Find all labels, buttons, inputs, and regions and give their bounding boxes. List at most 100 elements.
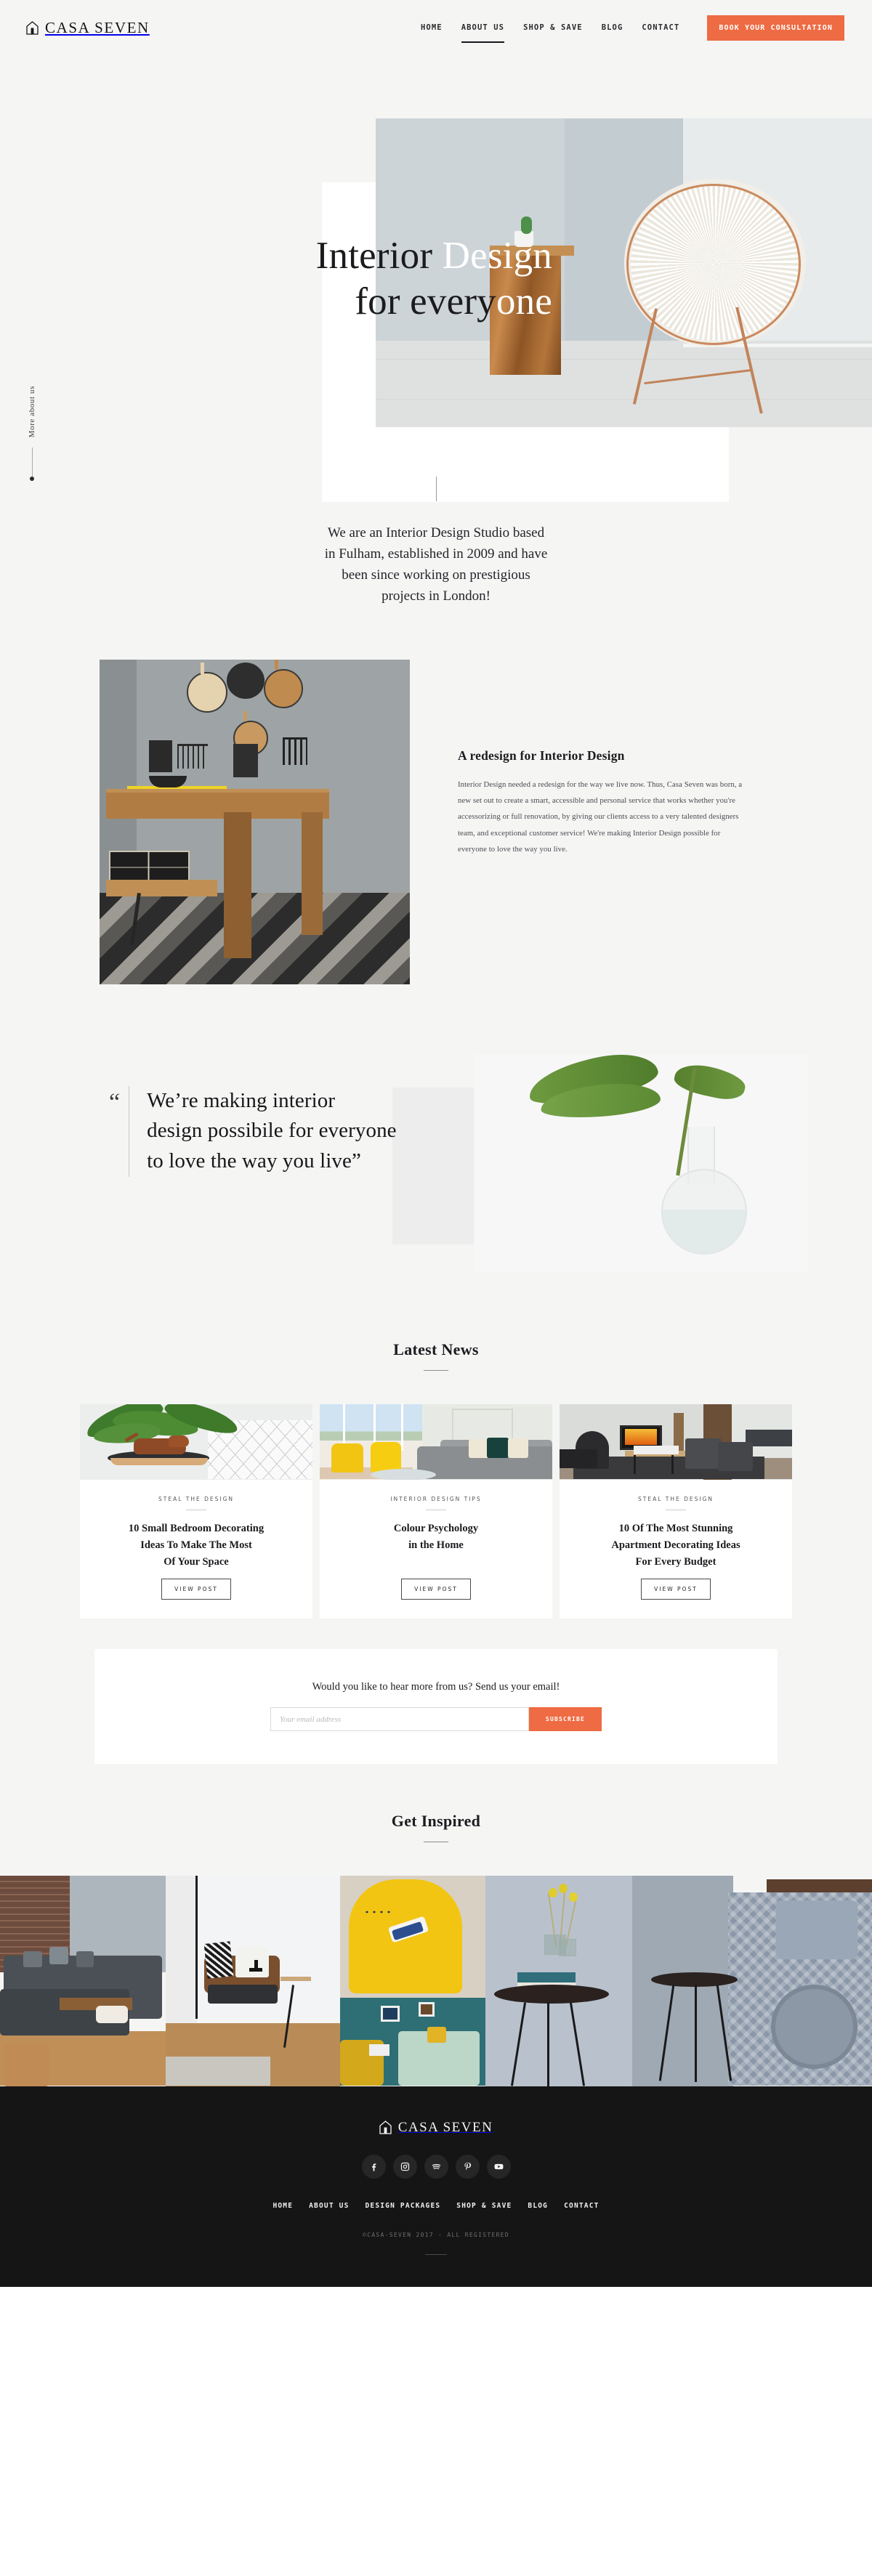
- email-input[interactable]: [270, 1707, 529, 1731]
- footer-nav-item-design-packages[interactable]: DESIGN PACKAGES: [366, 2202, 441, 2210]
- news-card-row: STEAL THE DESIGN 10 Small Bedroom Decora…: [0, 1370, 872, 1619]
- newsletter-form: SUBSCRIBE: [270, 1707, 602, 1731]
- news-card-category: INTERIOR DESIGN TIPS: [390, 1495, 482, 1502]
- instagram-icon: [400, 2162, 409, 2171]
- latest-news-heading: Latest News: [393, 1340, 479, 1358]
- quote-section: “ We’re making interior design possibile…: [0, 1053, 872, 1287]
- main-nav: HOME ABOUT US SHOP & SAVE BLOG CONTACT B…: [421, 15, 844, 43]
- get-inspired-section: Get Inspired: [0, 1763, 872, 2086]
- hero-title-light-1: Design: [442, 235, 552, 277]
- hero-title: Interior Design for everyone: [0, 233, 552, 324]
- quote-block: “ We’re making interior design possibile…: [109, 1085, 397, 1177]
- hero-title-light-2: one: [496, 280, 552, 323]
- gallery-item[interactable]: [632, 1875, 872, 2086]
- quote-text: We’re making interior design possibile f…: [147, 1088, 397, 1173]
- footer-brand-logo[interactable]: CASA SEVEN: [379, 2120, 493, 2136]
- brand-logo[interactable]: CASA SEVEN: [26, 19, 150, 37]
- news-card-category: STEAL THE DESIGN: [637, 1495, 714, 1502]
- plant-vase-photo-art: [474, 1053, 808, 1272]
- fireplace-lounge-photo-art: [560, 1404, 792, 1480]
- latest-news-section: Latest News STEAL THE DESIGN 10 Small Be…: [0, 1286, 872, 1619]
- side-rail-label: More about us: [28, 386, 36, 438]
- news-card-image: [560, 1404, 792, 1480]
- house-icon: [26, 20, 39, 35]
- redesign-title: A redesign for Interior Design: [458, 748, 625, 763]
- news-card-title: 10 Small Bedroom Decorating Ideas To Mak…: [128, 1522, 265, 1568]
- news-card[interactable]: STEAL THE DESIGN 10 Of The Most Stunning…: [560, 1404, 792, 1619]
- pinterest-link[interactable]: [455, 2154, 480, 2179]
- news-card-image: [320, 1404, 552, 1480]
- news-card[interactable]: STEAL THE DESIGN 10 Small Bedroom Decora…: [80, 1404, 312, 1619]
- subscribe-button[interactable]: SUBSCRIBE: [529, 1707, 602, 1731]
- brand-name: CASA SEVEN: [45, 18, 150, 36]
- living-room-grey-sofa-photo-art: [0, 1875, 166, 2086]
- social-links: [0, 2154, 872, 2179]
- newsletter-title: Would you like to hear more from us? Sen…: [312, 1681, 560, 1693]
- view-post-button[interactable]: VIEW POST: [401, 1578, 471, 1600]
- facebook-icon: [371, 2163, 376, 2171]
- news-card-body: STEAL THE DESIGN 10 Small Bedroom Decora…: [80, 1480, 312, 1619]
- footer-nav-item-contact[interactable]: CONTACT: [564, 2202, 599, 2210]
- footer-nav-item-blog[interactable]: BLOG: [528, 2202, 548, 2210]
- yellow-headboard-teal-room-photo-art: [340, 1875, 485, 2086]
- news-card-image: [80, 1404, 312, 1480]
- yellow-chairs-photo-art: [320, 1404, 552, 1480]
- redesign-copy: A redesign for Interior Design Interior …: [458, 660, 746, 858]
- newsletter-section: Would you like to hear more from us? Sen…: [0, 1618, 872, 1764]
- footer-rule: [425, 2253, 447, 2255]
- hero-section: Interior Design for everyone More about u…: [0, 55, 872, 502]
- gallery-item[interactable]: [166, 1875, 340, 2086]
- footer-nav-item-about-us[interactable]: ABOUT US: [309, 2202, 349, 2210]
- hero-divider-tick: [436, 477, 437, 501]
- nav-item-blog[interactable]: BLOG: [602, 20, 623, 35]
- news-card-title: Colour Psychology in the Home: [393, 1522, 479, 1551]
- dining-room-photo-art: [100, 659, 410, 984]
- side-rail[interactable]: More about us: [28, 386, 36, 482]
- quote-mark-icon: “: [109, 1088, 121, 1116]
- side-rail-dot: [30, 477, 34, 482]
- side-table-billy-buttons-photo-art: [485, 1875, 632, 2086]
- facebook-link[interactable]: [361, 2154, 386, 2179]
- wooden-armchair-window-photo-art: [166, 1875, 340, 2086]
- intro-text: We are an Interior Design Studio based i…: [324, 525, 548, 604]
- news-card-body: INTERIOR DESIGN TIPS Colour Psychology i…: [320, 1480, 552, 1619]
- footer-brand-name: CASA SEVEN: [397, 2119, 493, 2135]
- news-card[interactable]: INTERIOR DESIGN TIPS Colour Psychology i…: [320, 1404, 552, 1619]
- hero-title-dark-1: Interior: [315, 235, 433, 277]
- house-icon: [379, 2121, 392, 2134]
- redesign-section: A redesign for Interior Design Interior …: [0, 607, 872, 1054]
- news-card-body: STEAL THE DESIGN 10 Of The Most Stunning…: [560, 1480, 792, 1619]
- nav-item-home[interactable]: HOME: [421, 20, 443, 35]
- gallery-item[interactable]: [485, 1875, 632, 2086]
- gallery-item[interactable]: [0, 1875, 166, 2086]
- footer-nav: HOME ABOUT US DESIGN PACKAGES SHOP & SAV…: [0, 2202, 872, 2210]
- redesign-photo: [100, 659, 410, 984]
- spotify-icon: [432, 2163, 440, 2169]
- view-post-button[interactable]: VIEW POST: [641, 1578, 711, 1600]
- bedroom-plant-photo-art: [80, 1404, 312, 1480]
- instagram-link[interactable]: [392, 2154, 417, 2179]
- youtube-link[interactable]: [486, 2154, 511, 2179]
- latest-news-head: Latest News: [0, 1286, 872, 1371]
- patterned-bed-photo-art: [632, 1875, 872, 2086]
- copyright-text: ©CASA-SEVEN 2017 - ALL REGISTERED: [363, 2231, 509, 2238]
- spotify-link[interactable]: [424, 2154, 448, 2179]
- hero-title-dark-2: for every: [355, 280, 496, 323]
- book-consultation-button[interactable]: BOOK YOUR CONSULTATION: [707, 15, 844, 41]
- pinterest-icon: [464, 2162, 471, 2170]
- site-footer: CASA SEVEN HOME ABOUT US DESIGN PACKAGES…: [0, 2086, 872, 2287]
- gallery-item[interactable]: [340, 1875, 485, 2086]
- get-inspired-heading: Get Inspired: [391, 1811, 481, 1830]
- nav-item-contact[interactable]: CONTACT: [642, 20, 679, 35]
- site-header: CASA SEVEN HOME ABOUT US SHOP & SAVE BLO…: [0, 0, 872, 55]
- newsletter-card: Would you like to hear more from us? Sen…: [94, 1648, 778, 1764]
- news-card-title: 10 Of The Most Stunning Apartment Decora…: [611, 1522, 740, 1568]
- footer-nav-item-home[interactable]: HOME: [272, 2202, 293, 2210]
- inspiration-gallery: [0, 1875, 872, 2086]
- page-root: CASA SEVEN HOME ABOUT US SHOP & SAVE BLO…: [0, 0, 872, 2287]
- nav-item-shop-save[interactable]: SHOP & SAVE: [523, 20, 583, 35]
- nav-item-about-us[interactable]: ABOUT US: [461, 20, 505, 43]
- view-post-button[interactable]: VIEW POST: [161, 1578, 231, 1600]
- footer-nav-item-shop-save[interactable]: SHOP & SAVE: [456, 2202, 512, 2210]
- news-card-category: STEAL THE DESIGN: [158, 1495, 235, 1502]
